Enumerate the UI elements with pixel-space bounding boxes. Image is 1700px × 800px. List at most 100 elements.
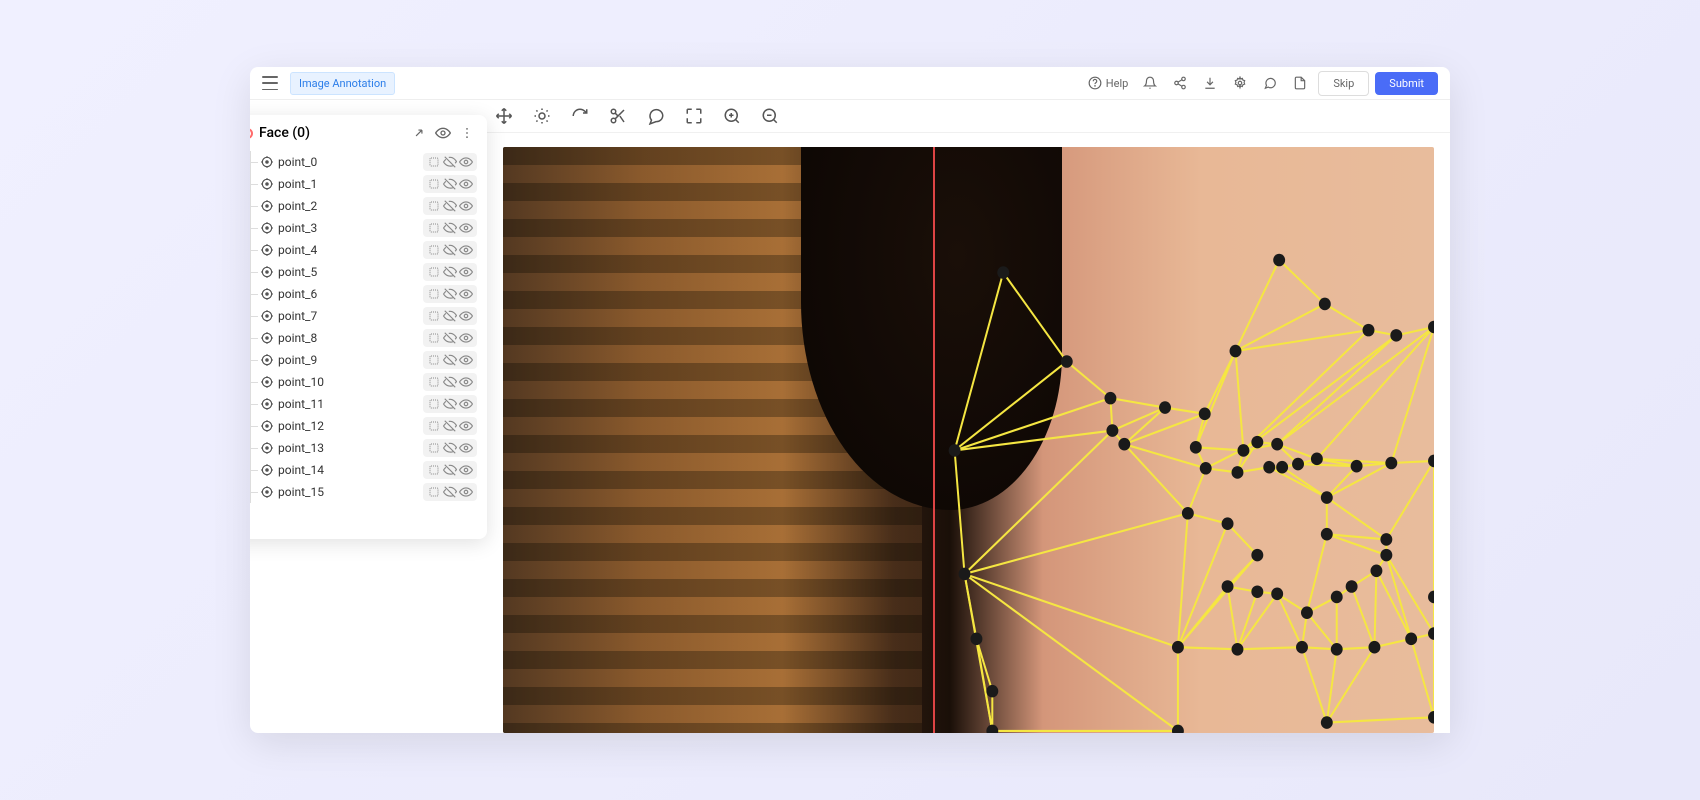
point-label: point_14	[278, 463, 423, 477]
canvas[interactable]	[483, 133, 1450, 733]
row-actions	[423, 197, 477, 215]
list-item[interactable]: point_9	[250, 349, 481, 371]
note-icon[interactable]	[427, 287, 441, 301]
eye-icon[interactable]	[459, 353, 473, 367]
eye-icon[interactable]	[459, 309, 473, 323]
hide-icon[interactable]	[443, 243, 457, 257]
eye-icon[interactable]	[459, 397, 473, 411]
list-item[interactable]: point_4	[250, 239, 481, 261]
list-item[interactable]: point_8	[250, 327, 481, 349]
note-icon[interactable]	[427, 485, 441, 499]
chat-icon[interactable]	[1258, 71, 1282, 95]
point-label: point_2	[278, 199, 423, 213]
eye-icon[interactable]	[459, 199, 473, 213]
note-icon[interactable]	[427, 353, 441, 367]
eye-icon[interactable]	[459, 441, 473, 455]
eye-icon[interactable]	[459, 419, 473, 433]
target-icon	[260, 155, 274, 169]
zoom-in-icon[interactable]	[723, 107, 741, 125]
hide-icon[interactable]	[443, 199, 457, 213]
target-icon	[260, 397, 274, 411]
list-item[interactable]: point_12	[250, 415, 481, 437]
hide-icon[interactable]	[443, 375, 457, 389]
hide-icon[interactable]	[443, 463, 457, 477]
eye-icon[interactable]	[459, 287, 473, 301]
submit-button[interactable]: Submit	[1375, 72, 1438, 95]
list-item[interactable]: point_3	[250, 217, 481, 239]
point-label: point_1	[278, 177, 423, 191]
list-item[interactable]: point_7	[250, 305, 481, 327]
list-item[interactable]: point_13	[250, 437, 481, 459]
toolbar	[483, 100, 1450, 133]
category-ring-icon	[250, 128, 253, 139]
zoom-out-icon[interactable]	[761, 107, 779, 125]
annotated-image[interactable]	[503, 147, 1434, 733]
note-icon[interactable]	[427, 199, 441, 213]
eye-icon[interactable]	[459, 243, 473, 257]
note-icon[interactable]	[427, 155, 441, 169]
note-icon[interactable]	[427, 265, 441, 279]
list-item[interactable]: point_11	[250, 393, 481, 415]
hide-icon[interactable]	[443, 485, 457, 499]
note-icon[interactable]	[427, 397, 441, 411]
more-icon[interactable]	[459, 125, 475, 141]
hide-icon[interactable]	[443, 265, 457, 279]
skip-button[interactable]: Skip	[1318, 71, 1369, 96]
eye-icon[interactable]	[459, 265, 473, 279]
note-icon[interactable]	[427, 243, 441, 257]
list-item[interactable]: point_10	[250, 371, 481, 393]
comment-icon[interactable]	[647, 107, 665, 125]
hide-icon[interactable]	[443, 331, 457, 345]
cut-icon[interactable]	[609, 107, 627, 125]
note-icon[interactable]	[427, 177, 441, 191]
list-item[interactable]: point_6	[250, 283, 481, 305]
hide-icon[interactable]	[443, 287, 457, 301]
menu-icon[interactable]	[262, 76, 278, 90]
eye-icon[interactable]	[459, 463, 473, 477]
point-label: point_12	[278, 419, 423, 433]
note-icon[interactable]	[427, 309, 441, 323]
file-icon[interactable]	[1288, 71, 1312, 95]
point-label: point_0	[278, 155, 423, 169]
hide-icon[interactable]	[443, 419, 457, 433]
list-item[interactable]: point_15	[250, 481, 481, 503]
note-icon[interactable]	[427, 463, 441, 477]
list-item[interactable]: point_1	[250, 173, 481, 195]
hide-icon[interactable]	[443, 397, 457, 411]
download-icon[interactable]	[1198, 71, 1222, 95]
note-icon[interactable]	[427, 221, 441, 235]
eye-icon[interactable]	[459, 155, 473, 169]
note-icon[interactable]	[427, 375, 441, 389]
eye-icon[interactable]	[459, 331, 473, 345]
eye-icon[interactable]	[459, 485, 473, 499]
eye-icon[interactable]	[435, 125, 451, 141]
target-icon	[260, 265, 274, 279]
note-icon[interactable]	[427, 331, 441, 345]
hide-icon[interactable]	[443, 353, 457, 367]
share-icon[interactable]	[1168, 71, 1192, 95]
fullscreen-icon[interactable]	[685, 107, 703, 125]
note-icon[interactable]	[427, 441, 441, 455]
point-label: point_8	[278, 331, 423, 345]
hide-icon[interactable]	[443, 177, 457, 191]
list-item[interactable]: point_2	[250, 195, 481, 217]
list-item[interactable]: point_5	[250, 261, 481, 283]
hide-icon[interactable]	[443, 309, 457, 323]
list-item[interactable]: point_0	[250, 151, 481, 173]
gear-icon[interactable]	[1228, 71, 1252, 95]
list-item[interactable]: point_14	[250, 459, 481, 481]
eye-icon[interactable]	[459, 375, 473, 389]
note-icon[interactable]	[427, 419, 441, 433]
help-link[interactable]: Help	[1084, 76, 1133, 90]
eye-icon[interactable]	[459, 177, 473, 191]
header-left: Image Annotation	[262, 72, 395, 95]
eye-icon[interactable]	[459, 221, 473, 235]
bell-icon[interactable]	[1138, 71, 1162, 95]
expand-icon[interactable]	[411, 125, 427, 141]
brightness-icon[interactable]	[533, 107, 551, 125]
hide-icon[interactable]	[443, 441, 457, 455]
hide-icon[interactable]	[443, 155, 457, 169]
hide-icon[interactable]	[443, 221, 457, 235]
rotate-icon[interactable]	[571, 107, 589, 125]
move-icon[interactable]	[495, 107, 513, 125]
